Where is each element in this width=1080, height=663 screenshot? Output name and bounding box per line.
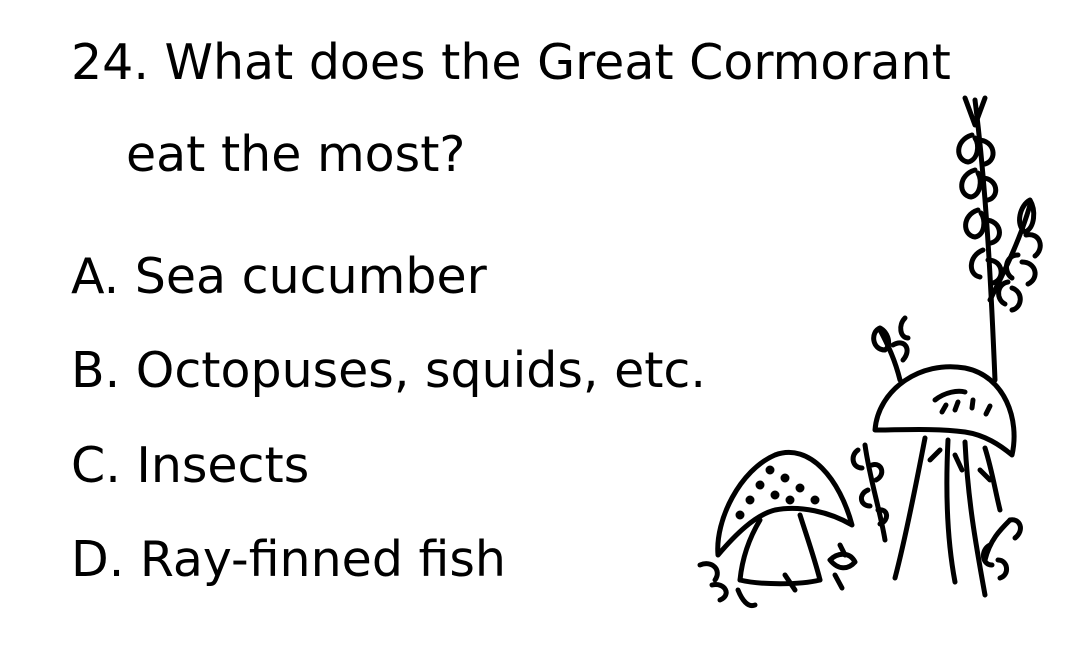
option-b: B. Octopuses, squids, etc. <box>71 342 706 399</box>
question-text-line-2: eat the most? <box>126 126 466 183</box>
tall-sprig-icon <box>956 95 1043 383</box>
mushrooms-and-sprigs-icon <box>697 95 1043 609</box>
small-mushroom-icon <box>697 450 858 609</box>
option-a: A. Sea cucumber <box>71 248 487 305</box>
option-c: C. Insects <box>71 437 310 494</box>
option-d: D. Ray-finned fish <box>71 531 506 588</box>
bottom-right-sprig-icon <box>981 517 1023 581</box>
tiny-plant-icon <box>850 442 889 543</box>
small-sprig-icon <box>871 315 911 383</box>
large-mushroom-icon <box>872 364 1017 598</box>
question-text-line-1: 24. What does the Great Cormorant <box>71 34 951 91</box>
